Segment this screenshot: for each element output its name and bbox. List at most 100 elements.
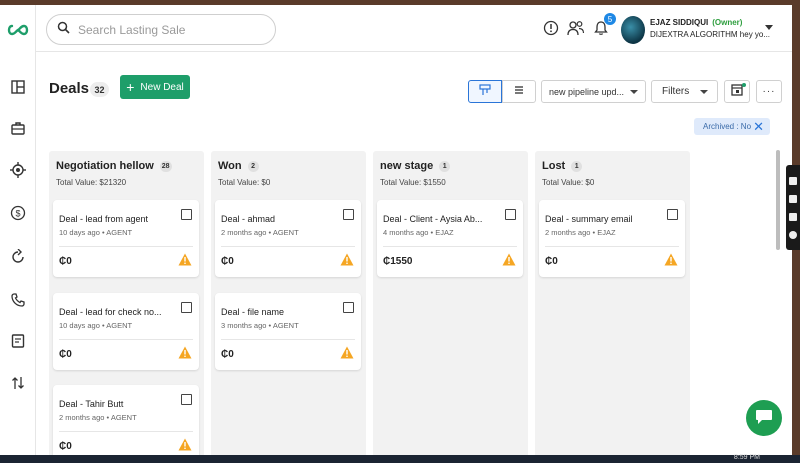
user-role: (Owner) (712, 18, 743, 27)
warning-icon (178, 253, 192, 266)
users-icon[interactable] (567, 20, 585, 38)
deal-checkbox[interactable] (343, 209, 354, 220)
deal-value: ₵0 (545, 256, 558, 267)
calendar-button[interactable] (724, 80, 750, 103)
archived-chip-label: Archived : No (703, 122, 752, 131)
deal-checkbox[interactable] (505, 209, 516, 220)
refresh-icon[interactable] (8, 247, 28, 267)
column-title: Won (218, 160, 242, 172)
column-count-badge: 1 (439, 160, 451, 172)
chat-button[interactable] (746, 400, 782, 436)
search-input[interactable] (78, 22, 258, 37)
column-header: Lost 1 (542, 160, 583, 172)
pipeline-column: Lost 1 Total Value: $0 Deal - summary em… (535, 151, 690, 455)
search-box[interactable] (46, 14, 276, 45)
deal-meta: 2 months ago • AGENT (59, 413, 137, 422)
pipeline-select[interactable]: new pipeline upd... (541, 80, 646, 103)
deal-card[interactable]: Deal - lead from agent 10 days ago • AGE… (53, 200, 199, 277)
deals-count-badge: 32 (90, 82, 109, 97)
deal-title: Deal - lead from agent (59, 214, 149, 224)
deal-checkbox[interactable] (181, 302, 192, 313)
deal-card[interactable]: Deal - summary email 2 months ago • EJAZ… (539, 200, 685, 277)
kanban-icon (479, 83, 491, 101)
column-header: Negotiation hellow 28 (56, 160, 172, 172)
user-menu-chevron-down-icon[interactable] (765, 25, 773, 30)
target-icon[interactable] (8, 160, 28, 180)
warning-icon (664, 253, 678, 266)
deal-checkbox[interactable] (181, 209, 192, 220)
deal-card[interactable]: Deal - lead for check no... 10 days ago … (53, 293, 199, 370)
deal-value: ₵1550 (383, 256, 413, 267)
sidebar: $ (0, 5, 36, 455)
topbar: 5 EJAZ SIDDIQUI(Owner) DIJEXTRA ALGORITH… (36, 5, 792, 52)
dollar-icon[interactable]: $ (8, 203, 28, 223)
column-total-value: Total Value: $21320 (56, 178, 127, 187)
user-name: EJAZ SIDDIQUI (Owner) (650, 18, 742, 27)
card-divider (545, 246, 679, 247)
list-view-button[interactable] (502, 80, 536, 103)
side-toolbar (786, 165, 800, 250)
filters-label: Filters (662, 86, 690, 97)
deal-card[interactable]: Deal - Client - Aysia Ab... 4 months ago… (377, 200, 523, 277)
column-header: Won 2 (218, 160, 259, 172)
column-total-value: Total Value: $0 (542, 178, 595, 187)
gear-icon[interactable] (789, 231, 797, 239)
column-total-value: Total Value: $0 (218, 178, 271, 187)
user-name-text: EJAZ SIDDIQUI (650, 18, 709, 27)
plus-icon: + (126, 79, 135, 95)
more-options-button[interactable]: ··· (756, 80, 782, 103)
archived-filter-chip[interactable]: Archived : No ✕ (694, 118, 770, 135)
dashboard-icon[interactable] (8, 77, 28, 97)
svg-text:$: $ (15, 209, 20, 219)
pipeline-column: new stage 1 Total Value: $1550 Deal - Cl… (373, 151, 528, 455)
notes-icon[interactable] (8, 331, 28, 351)
deal-meta: 3 months ago • AGENT (221, 321, 299, 330)
list-icon (513, 83, 525, 101)
deal-checkbox[interactable] (181, 394, 192, 405)
taskbar-clock: 8:59 PM (733, 454, 760, 461)
deal-meta: 2 months ago • AGENT (221, 228, 299, 237)
column-header: new stage 1 (380, 160, 451, 172)
close-icon[interactable]: ✕ (753, 119, 764, 135)
warning-icon (178, 346, 192, 359)
deal-card[interactable]: Deal - ahmad 2 months ago • AGENT ₵0 (215, 200, 361, 277)
pipeline-select-value: new pipeline upd... (549, 86, 625, 97)
card-divider (221, 246, 355, 247)
sort-icon[interactable] (8, 373, 28, 393)
deal-value: ₵0 (59, 349, 72, 360)
video-icon[interactable] (789, 195, 797, 203)
deal-card[interactable]: Deal - Tahir Butt 2 months ago • AGENT ₵… (53, 385, 199, 455)
filters-button[interactable]: Filters (651, 80, 718, 103)
deal-title: Deal - summary email (545, 214, 633, 224)
copy-icon[interactable] (789, 213, 797, 221)
phone-icon[interactable] (8, 290, 28, 310)
deal-title: Deal - ahmad (221, 214, 276, 224)
deal-checkbox[interactable] (667, 209, 678, 220)
deal-checkbox[interactable] (343, 302, 354, 313)
chat-bubble-icon (755, 409, 773, 428)
vertical-scrollbar[interactable] (776, 150, 780, 250)
deal-title: Deal - Client - Aysia Ab... (383, 214, 483, 224)
deal-value: ₵0 (221, 349, 234, 360)
deal-title: Deal - Tahir Butt (59, 399, 124, 409)
app-logo-icon[interactable] (6, 18, 30, 42)
column-title: new stage (380, 160, 434, 172)
chevron-down-icon (700, 90, 708, 94)
pipeline-column: Negotiation hellow 28 Total Value: $2132… (49, 151, 204, 455)
pipeline-column: Won 2 Total Value: $0 Deal - ahmad 2 mon… (211, 151, 366, 455)
deal-meta: 2 months ago • EJAZ (545, 228, 616, 237)
briefcase-icon[interactable] (8, 118, 28, 138)
search-icon (57, 21, 70, 39)
camera-icon[interactable] (789, 177, 797, 185)
deal-title: Deal - lead for check no... (59, 307, 162, 317)
info-alert-icon[interactable] (543, 20, 561, 38)
column-count-badge: 2 (247, 160, 259, 172)
avatar[interactable] (621, 16, 645, 44)
kanban-view-button[interactable] (468, 80, 502, 103)
new-deal-button[interactable]: + New Deal (120, 75, 190, 99)
deal-card[interactable]: Deal - file name 3 months ago • AGENT ₵0 (215, 293, 361, 370)
deal-title: Deal - file name (221, 307, 285, 317)
deal-meta: 10 days ago • AGENT (59, 321, 133, 330)
warning-icon (502, 253, 516, 266)
card-divider (59, 339, 193, 340)
